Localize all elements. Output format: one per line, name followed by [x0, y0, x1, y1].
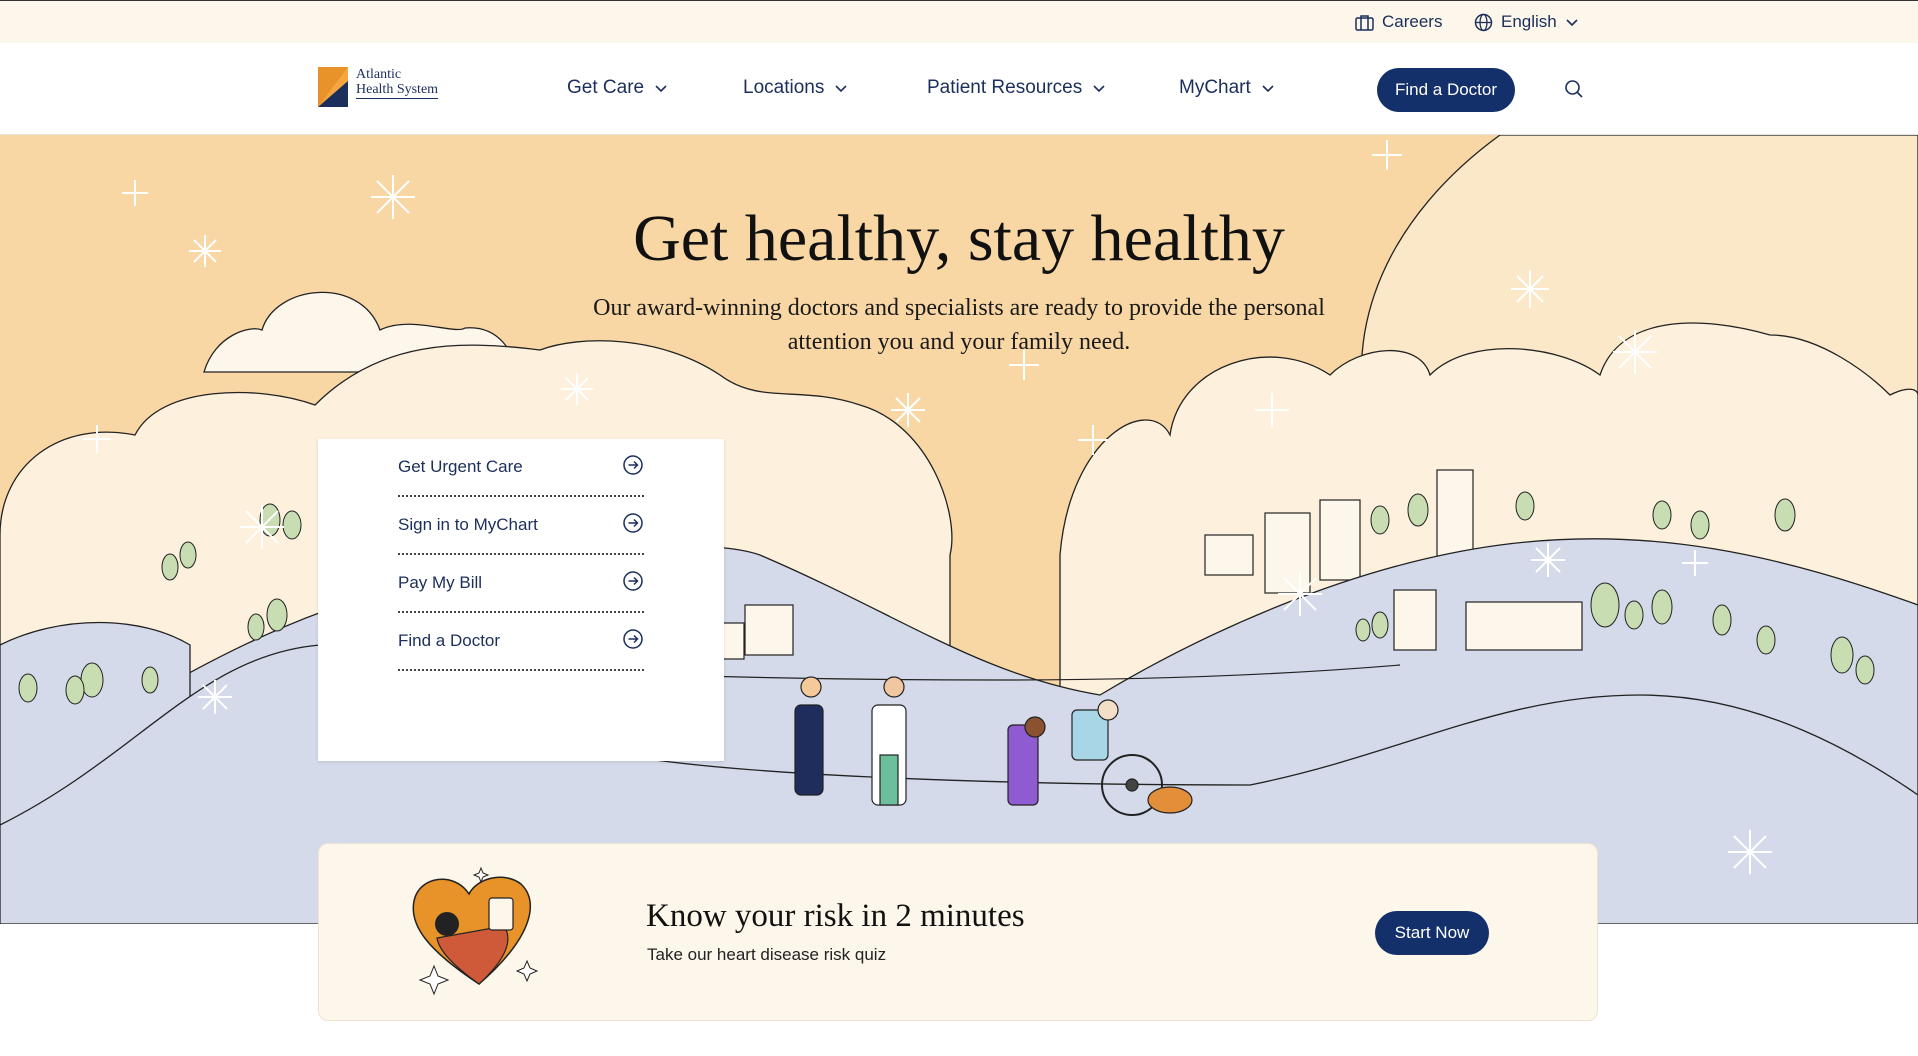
quick-link-label: Get Urgent Care: [398, 457, 523, 476]
nav-label: Patient Resources: [927, 77, 1083, 98]
circle-arrow-right-icon: [622, 570, 644, 597]
nav-patient-resources[interactable]: Patient Resources: [927, 77, 1106, 99]
circle-arrow-right-icon: [622, 512, 644, 539]
hero-section: Get healthy, stay healthy Our award-winn…: [0, 135, 1918, 924]
nav-label: MyChart: [1179, 77, 1251, 98]
nav-label: Get Care: [567, 77, 645, 98]
language-selector[interactable]: English: [1474, 12, 1579, 32]
logo-mark-icon: [318, 67, 348, 107]
risk-title: Know your risk in 2 minutes: [646, 898, 1025, 934]
logo-line-1: Atlantic: [356, 67, 402, 82]
nav-label: Locations: [743, 77, 825, 98]
risk-quiz-banner: Know your risk in 2 minutes Take our hea…: [318, 843, 1598, 1021]
find-a-doctor-button[interactable]: Find a Doctor: [1377, 68, 1515, 112]
globe-icon: [1474, 13, 1493, 32]
chevron-down-icon: [654, 77, 668, 99]
nav-mychart[interactable]: MyChart: [1179, 77, 1275, 99]
quick-link-label: Sign in to MyChart: [398, 515, 538, 534]
quick-link-get-urgent-care[interactable]: Get Urgent Care: [398, 439, 644, 497]
utility-bar: Careers English: [0, 0, 1918, 43]
chevron-down-icon: [1092, 77, 1106, 99]
briefcase-icon: [1355, 14, 1374, 31]
start-now-button[interactable]: Start Now: [1375, 911, 1489, 955]
circle-arrow-right-icon: [622, 454, 644, 481]
chevron-down-icon: [1261, 77, 1275, 99]
hero-title: Get healthy, stay healthy: [633, 202, 1285, 275]
search-icon: [1564, 80, 1584, 103]
search-button[interactable]: [1564, 79, 1584, 104]
nav-get-care[interactable]: Get Care: [567, 77, 668, 99]
quick-link-label: Pay My Bill: [398, 573, 483, 592]
nav-locations[interactable]: Locations: [743, 77, 848, 99]
circle-arrow-right-icon: [622, 628, 644, 655]
quick-link-find-a-doctor[interactable]: Find a Doctor: [398, 613, 644, 671]
risk-subtitle: Take our heart disease risk quiz: [647, 945, 887, 964]
quick-link-pay-my-bill[interactable]: Pay My Bill: [398, 555, 644, 613]
careers-label: Careers: [1382, 12, 1443, 31]
language-label: English: [1501, 12, 1557, 31]
logo-line-2: Health System: [356, 82, 439, 99]
hero-subtitle: Our award-winning doctors and specialist…: [593, 295, 1325, 355]
quick-links-card: Get Urgent Care Sign in to MyChart Pay M…: [318, 439, 724, 761]
heart-illustration-icon: [409, 866, 549, 1001]
chevron-down-icon: [1565, 17, 1579, 27]
logo-text: Atlantic Health System: [356, 67, 439, 99]
chevron-down-icon: [834, 77, 848, 99]
main-header: Atlantic Health System Get Care Location…: [0, 43, 1918, 135]
careers-link[interactable]: Careers: [1355, 12, 1442, 32]
quick-link-label: Find a Doctor: [398, 631, 501, 650]
logo[interactable]: Atlantic Health System: [318, 67, 439, 107]
quick-link-sign-in-mychart[interactable]: Sign in to MyChart: [398, 497, 644, 555]
